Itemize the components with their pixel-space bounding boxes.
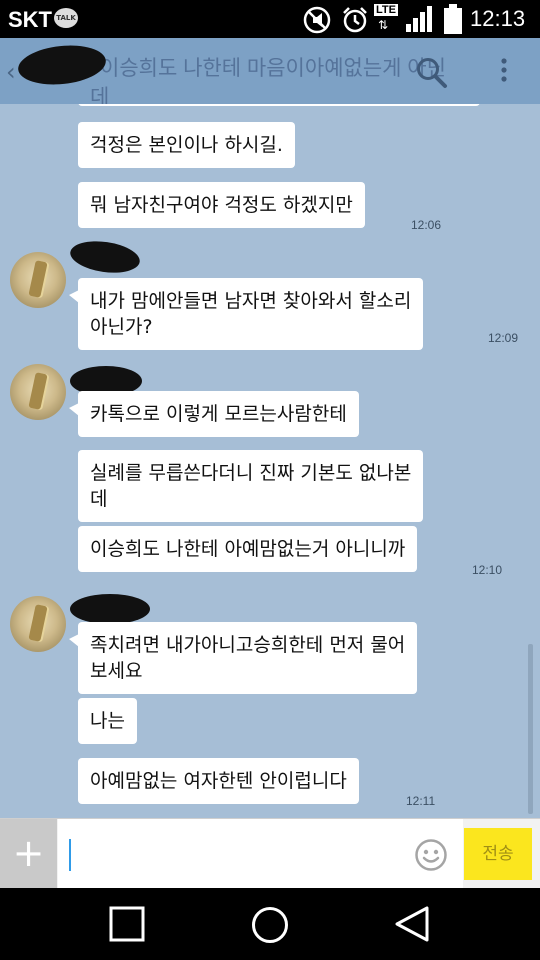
text-cursor xyxy=(69,839,71,871)
alarm-icon xyxy=(343,7,367,33)
message-time: 12:06 xyxy=(411,218,442,232)
message-bubble: 실례를 무릅쓴다더니 진짜 기본도 없나본 데 xyxy=(78,450,424,522)
message-bubble: 걱정은 본인이나 하시길. xyxy=(78,122,295,168)
lte-label: LTE xyxy=(374,4,398,16)
smiley-icon[interactable] xyxy=(414,838,448,872)
message-text-line: 아닌가? xyxy=(90,316,153,338)
status-bar: SKT TALK LTE ⇅ 12:13 xyxy=(0,0,540,38)
avatar[interactable] xyxy=(10,596,66,652)
scrollbar[interactable] xyxy=(528,644,533,814)
battery-icon xyxy=(444,4,462,34)
mute-icon xyxy=(303,6,331,34)
home-icon[interactable] xyxy=(250,905,290,945)
message-text: 뭐 남자친구여야 걱정도 하겠지만 xyxy=(90,194,353,216)
chat-area[interactable]: 걱정은 본인이나 하시길. 뭐 남자친구여야 걱정도 하겠지만 12:06 내가… xyxy=(0,104,540,818)
message-text-line: 데 xyxy=(90,488,108,510)
status-time: 12:13 xyxy=(470,6,526,31)
message-text: 나는 xyxy=(90,710,125,732)
redacted-sender-name xyxy=(68,237,142,277)
message-text: 이승희도 나한테 아예맘없는거 아니니까 xyxy=(90,538,406,560)
message-bubble: 카톡으로 이렇게 모르는사람한테 xyxy=(69,391,359,437)
kakaotalk-notification-icon: TALK xyxy=(54,8,78,28)
message-time: 12:10 xyxy=(472,563,503,577)
message-bubble: 뭐 남자친구여야 걱정도 하겠지만 xyxy=(78,182,365,228)
message-input[interactable] xyxy=(58,819,463,889)
message-text: 카톡으로 이렇게 모르는사람한테 xyxy=(90,403,347,425)
message-bubble-partial xyxy=(78,104,480,106)
message-text: 아예맘없는 여자한텐 안이럽니다 xyxy=(90,770,347,792)
chat-title: 이승희도 나한테 마음이아예없는게 아닌 xyxy=(100,57,446,80)
message-text-line: 족치려면 내가아니고승희한테 먼저 물어 xyxy=(90,634,406,656)
attach-plus-button[interactable]: + xyxy=(0,819,57,889)
more-vertical-icon[interactable] xyxy=(496,56,512,86)
message-time: 12:09 xyxy=(488,331,519,345)
message-bubble: 이승희도 나한테 아예맘없는거 아니니까 xyxy=(78,526,418,572)
input-bar: + 전송 xyxy=(0,818,540,889)
message-bubble: 아예맘없는 여자한텐 안이럽니다 xyxy=(78,758,359,804)
message-text-line: 내가 맘에안들면 남자면 찾아와서 할소리 xyxy=(90,290,412,312)
back-icon[interactable] xyxy=(393,905,431,943)
message-text-line: 보세요 xyxy=(90,660,143,682)
avatar[interactable] xyxy=(10,364,66,420)
search-icon[interactable] xyxy=(415,56,449,90)
signal-icon xyxy=(406,6,432,32)
send-button[interactable]: 전송 xyxy=(464,828,532,880)
navigation-bar xyxy=(0,888,540,960)
message-bubble: 내가 맘에안들면 남자면 찾아와서 할소리 아닌가? xyxy=(68,278,424,350)
avatar[interactable] xyxy=(10,252,66,308)
message-time: 12:11 xyxy=(406,794,436,808)
recent-apps-icon[interactable] xyxy=(108,905,146,943)
lte-icon: LTE ⇅ xyxy=(374,4,398,32)
message-bubble: 나는 xyxy=(78,698,137,744)
chat-header: ‹ 이승희도 나한테 마음이아예없는게 아닌 데 xyxy=(0,38,540,109)
message-text: 걱정은 본인이나 하시길. xyxy=(90,134,283,156)
message-text-line: 실례를 무릅쓴다더니 진짜 기본도 없나본 xyxy=(90,462,412,484)
back-chevron-icon[interactable]: ‹ xyxy=(6,58,16,86)
redacted-sender-name xyxy=(70,594,150,624)
carrier-label: SKT xyxy=(8,7,52,32)
message-bubble: 족치려면 내가아니고승희한테 먼저 물어 보세요 xyxy=(68,622,418,694)
